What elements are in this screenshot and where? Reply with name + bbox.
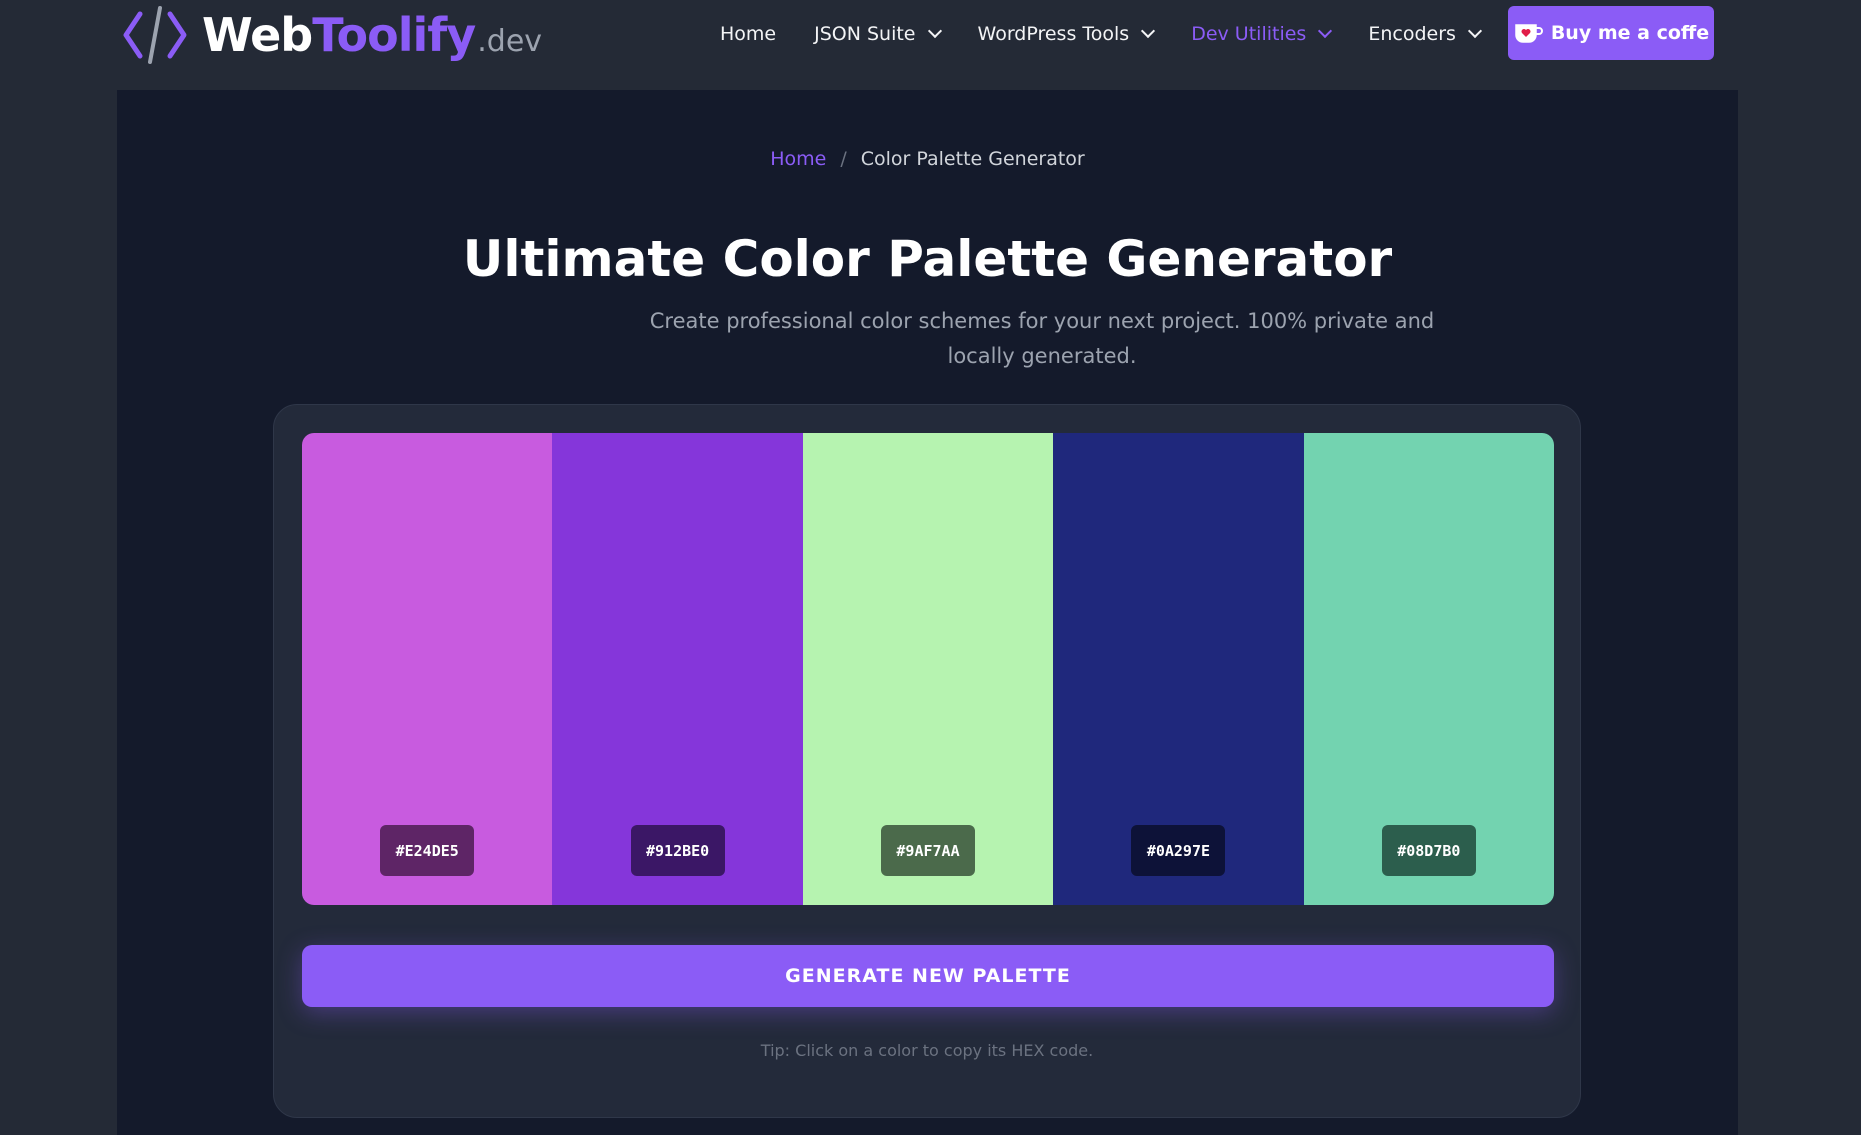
coffee-cup-heart-icon (1515, 24, 1543, 43)
nav-item-json-suite[interactable]: JSON Suite (814, 23, 942, 45)
hex-code-badge[interactable]: #0A297E (1131, 825, 1226, 876)
color-swatch-2[interactable]: #912BE0 (552, 433, 803, 905)
nav-item-dev-utilities[interactable]: Dev Utilities (1191, 23, 1333, 45)
chevron-down-icon (927, 23, 942, 39)
code-brackets-icon (123, 6, 187, 64)
breadcrumb: Home / Color Palette Generator (117, 148, 1738, 170)
buy-me-a-coffee-button[interactable]: Buy me a coffe (1508, 6, 1714, 60)
nav-item-label: Encoders (1368, 23, 1456, 45)
logo-text-suffix: .dev (477, 24, 543, 59)
color-swatch-4[interactable]: #0A297E (1053, 433, 1304, 905)
breadcrumb-separator: / (840, 148, 847, 170)
hex-code-badge[interactable]: #08D7B0 (1381, 825, 1476, 876)
hex-code-badge[interactable]: #E24DE5 (380, 825, 475, 876)
nav-item-encoders[interactable]: Encoders (1368, 23, 1482, 45)
chevron-down-icon (1318, 23, 1333, 39)
breadcrumb-home-link[interactable]: Home (770, 148, 826, 170)
hex-code-badge[interactable]: #9AF7AA (881, 825, 976, 876)
hex-code-badge[interactable]: #912BE0 (630, 825, 725, 876)
color-swatch-5[interactable]: #08D7B0 (1303, 433, 1554, 905)
nav-item-label: JSON Suite (814, 23, 916, 45)
breadcrumb-current: Color Palette Generator (860, 148, 1085, 170)
nav-item-wordpress-tools[interactable]: WordPress Tools (977, 23, 1156, 45)
color-swatch-3[interactable]: #9AF7AA (802, 433, 1054, 905)
main-menu: Home JSON Suite WordPress Tools Dev Util… (720, 0, 1518, 68)
copy-tip-text: Tip: Click on a color to copy its HEX co… (760, 1041, 1094, 1060)
palette-card: #E24DE5 #912BE0 #9AF7AA #0A297E #08D7B0 … (273, 404, 1581, 1118)
logo-text-web: Web (202, 8, 313, 62)
generate-palette-button[interactable]: GENERATE NEW PALETTE (302, 945, 1554, 1007)
logo-text-toolify: Toolify (312, 8, 476, 62)
chevron-down-icon (1141, 23, 1156, 39)
site-logo[interactable]: WebToolify.dev (120, 4, 542, 66)
page-title: Ultimate Color Palette Generator (462, 230, 1393, 288)
nav-item-home[interactable]: Home (720, 23, 776, 45)
page-subtitle: Create professional color schemes for yo… (649, 309, 1435, 368)
nav-item-label: WordPress Tools (977, 23, 1130, 45)
logo-wordmark: WebToolify.dev (202, 8, 542, 62)
chevron-down-icon (1467, 23, 1482, 39)
color-swatch-1[interactable]: #E24DE5 (302, 433, 553, 905)
nav-item-label: Home (720, 23, 777, 45)
main-content: Home / Color Palette Generator Ultimate Co… (117, 90, 1738, 1135)
palette-swatches: #E24DE5 #912BE0 #9AF7AA #0A297E #08D7B0 (302, 433, 1554, 905)
nav-item-label: Dev Utilities (1191, 23, 1307, 45)
coffee-button-label: Buy me a coffe (1550, 22, 1710, 44)
top-navbar: WebToolify.dev Home JSON Suite WordPress… (0, 0, 1861, 90)
